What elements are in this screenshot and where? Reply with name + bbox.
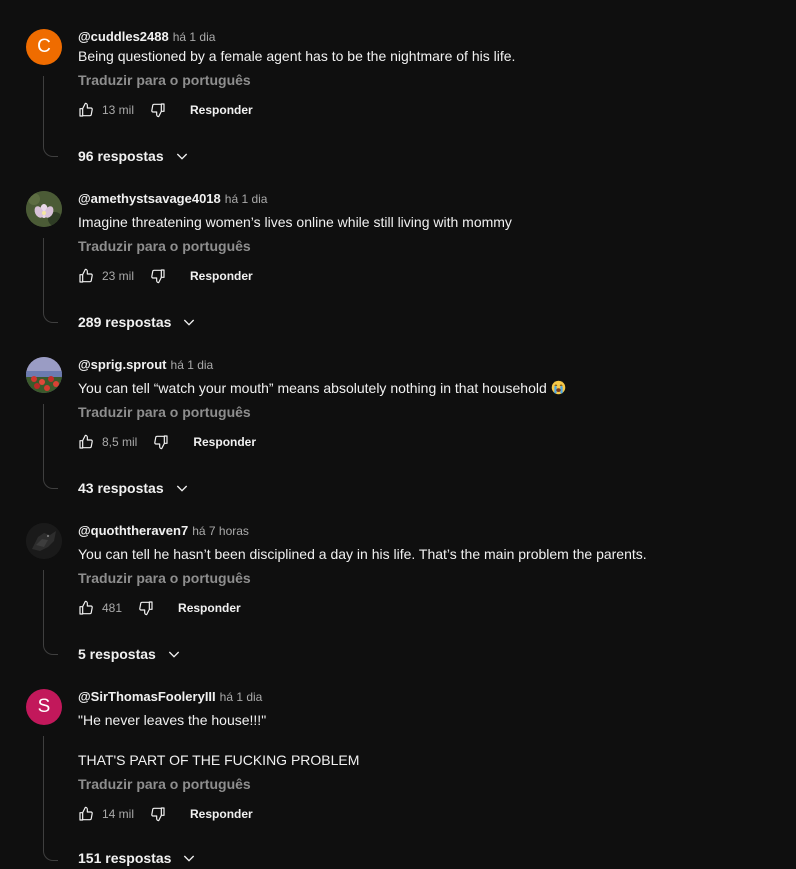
loudly-crying-face-icon [551,380,566,395]
view-replies-button[interactable]: 43 respostas [78,477,190,499]
comment-time[interactable]: há 7 horas [192,524,249,538]
thumbs-down-icon [139,601,153,616]
thumbs-up-icon [79,806,93,821]
like-count: 8,5 mil [102,435,138,449]
comment-text: Imagine threatening women’s lives online… [78,214,512,230]
like-button[interactable] [76,804,96,824]
thumbs-up-icon [79,102,93,117]
replies-count: 289 respostas [78,314,172,330]
translate-link[interactable]: Traduzir para o português [78,568,251,588]
avatar-letter: C [37,36,51,57]
translate-link[interactable]: Traduzir para o português [78,236,251,256]
comment-actions: 481 Responder [76,597,241,619]
dislike-button[interactable] [151,432,171,452]
dislike-button[interactable] [148,804,168,824]
avatar[interactable] [26,191,62,227]
like-count: 13 mil [102,103,135,117]
chevron-down-icon [181,314,197,330]
view-replies-button[interactable]: 96 respostas [78,145,190,167]
like-button[interactable] [76,266,96,286]
comment-text: Being questioned by a female agent has t… [78,48,516,64]
like-button[interactable] [76,598,96,618]
chevron-down-icon [181,850,197,866]
thread-connector-line [43,238,58,323]
flower-field-avatar-icon [26,357,62,393]
author-name[interactable]: @quoththeraven7 [78,523,188,538]
dislike-button[interactable] [148,100,168,120]
replies-count: 5 respostas [78,646,156,662]
replies-count: 151 respostas [78,850,172,866]
comment-text: You can tell he hasn’t been disciplined … [78,546,647,562]
translate-link[interactable]: Traduzir para o português [78,70,251,90]
comment-actions: 14 mil Responder [76,803,253,825]
lotus-flower-avatar-icon [26,191,62,227]
comment-actions: 8,5 mil Responder [76,431,256,453]
comment-text: You can tell “watch your mouth” means ab… [78,378,566,398]
like-count: 481 [102,601,123,615]
comment-text: "He never leaves the house!!!" [78,712,267,728]
avatar[interactable] [26,523,62,559]
comment-header: @SirThomasFooleryIII há 1 dia [78,689,262,707]
comment-header: @cuddles2488 há 1 dia [78,29,215,47]
dislike-button[interactable] [136,598,156,618]
thread-connector-line [43,76,58,157]
like-count: 23 mil [102,269,135,283]
comment-time[interactable]: há 1 dia [173,30,216,44]
comment-time[interactable]: há 1 dia [220,690,263,704]
comment-text-content: You can tell “watch your mouth” means ab… [78,380,547,396]
comment-actions: 13 mil Responder [76,99,253,121]
chevron-down-icon [166,646,182,662]
avatar-letter: S [37,696,51,717]
comment-time[interactable]: há 1 dia [225,192,268,206]
reply-button[interactable]: Responder [190,807,253,821]
avatar[interactable]: C [26,29,62,65]
thumbs-down-icon [151,807,165,822]
like-button[interactable] [76,432,96,452]
view-replies-button[interactable]: 151 respostas [78,847,197,869]
chevron-down-icon [174,148,190,164]
comment-time[interactable]: há 1 dia [171,358,214,372]
comment-actions: 23 mil Responder [76,265,253,287]
thread-connector-line [43,736,58,861]
thumbs-down-icon [154,435,168,450]
avatar[interactable]: S [26,689,62,725]
thumbs-down-icon [151,269,165,284]
view-replies-button[interactable]: 5 respostas [78,643,182,665]
replies-count: 43 respostas [78,480,164,496]
author-name[interactable]: @cuddles2488 [78,29,169,44]
reply-button[interactable]: Responder [178,601,241,615]
replies-count: 96 respostas [78,148,164,164]
view-replies-button[interactable]: 289 respostas [78,311,197,333]
translate-link[interactable]: Traduzir para o português [78,402,251,422]
author-name[interactable]: @SirThomasFooleryIII [78,689,216,704]
thread-connector-line [43,570,58,655]
raven-avatar-icon [26,523,62,559]
author-name[interactable]: @amethystsavage4018 [78,191,221,206]
reply-button[interactable]: Responder [190,103,253,117]
thread-connector-line [43,404,58,489]
thumbs-up-icon [79,434,93,449]
comment-header: @sprig.sprout há 1 dia [78,357,213,375]
author-name[interactable]: @sprig.sprout [78,357,167,372]
thumbs-up-icon [79,268,93,283]
comment-header: @amethystsavage4018 há 1 dia [78,191,267,209]
translate-link[interactable]: Traduzir para o português [78,774,251,794]
thumbs-down-icon [151,103,165,118]
like-count: 14 mil [102,807,135,821]
avatar[interactable] [26,357,62,393]
thumbs-up-icon [79,600,93,615]
like-button[interactable] [76,100,96,120]
dislike-button[interactable] [148,266,168,286]
reply-button[interactable]: Responder [190,269,253,283]
reply-button[interactable]: Responder [193,435,256,449]
chevron-down-icon [174,480,190,496]
comment-text: THAT'S PART OF THE FUCKING PROBLEM [78,752,360,768]
comment-header: @quoththeraven7 há 7 horas [78,523,249,541]
